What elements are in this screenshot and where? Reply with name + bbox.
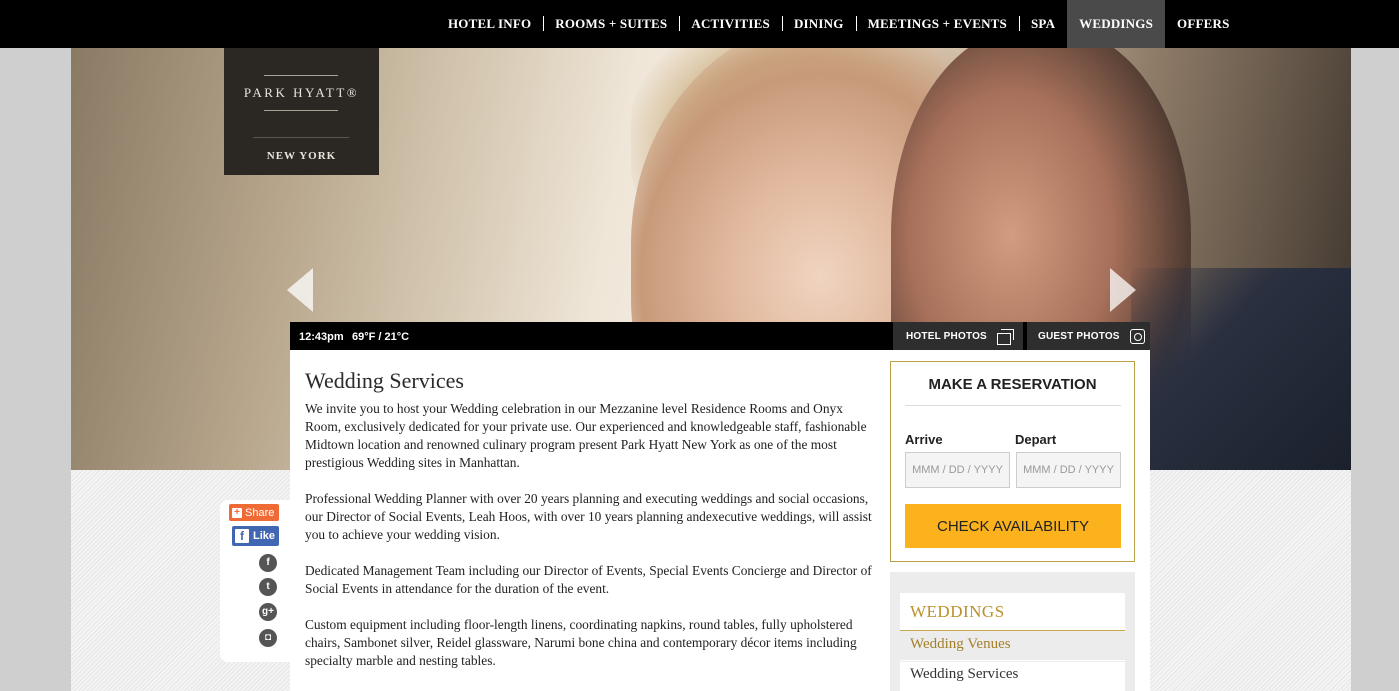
nav-item-rooms-suites[interactable]: ROOMS + SUITES [543, 0, 679, 48]
top-navigation: HOTEL INFO ROOMS + SUITES ACTIVITIES DIN… [0, 0, 1399, 48]
facebook-logo-icon: f [235, 529, 249, 543]
logo-rule-top [264, 75, 338, 76]
guest-photos-button[interactable]: GUEST PHOTOS [1027, 322, 1150, 350]
twitter-icon[interactable]: t [259, 578, 277, 596]
guest-photos-label: GUEST PHOTOS [1038, 330, 1120, 342]
instagram-icon [1129, 328, 1145, 344]
nav-item-dining[interactable]: DINING [781, 0, 856, 48]
google-plus-icon[interactable]: g+ [259, 603, 277, 621]
paragraph: Professional Wedding Planner with over 2… [305, 491, 872, 542]
reservation-divider [905, 405, 1121, 406]
depart-date-input[interactable] [1016, 452, 1121, 488]
share-button[interactable]: + Share [229, 504, 279, 521]
local-time: 12:43pm [299, 331, 344, 343]
temperature: 69°F / 21°C [352, 331, 410, 343]
main-content: Wedding Services We invite you to host y… [290, 350, 1150, 691]
side-nav-heading-rule [900, 630, 1125, 631]
gallery-icon [996, 329, 1014, 345]
nav-item-weddings[interactable]: WEDDINGS [1067, 0, 1166, 48]
plus-icon: + [232, 507, 242, 518]
logo-rule-bottom [264, 110, 338, 111]
nav-item-meetings-events[interactable]: MEETINGS + EVENTS [855, 0, 1019, 48]
nav-item-activities[interactable]: ACTIVITIES [679, 0, 782, 48]
paragraph: Dedicated Management Team including our … [305, 563, 872, 596]
nav-item-spa[interactable]: SPA [1018, 0, 1067, 48]
paragraph: Custom equipment including floor-length … [305, 617, 857, 668]
paragraph: We invite you to host your Wedding celeb… [305, 401, 867, 470]
page-title: Wedding Services [305, 368, 464, 393]
arrive-date-input[interactable] [905, 452, 1010, 488]
hero-image-suit [1131, 268, 1351, 470]
sidebar-item-wedding-venues[interactable]: Wedding Venues [900, 632, 1125, 661]
main-menu: HOTEL INFO ROOMS + SUITES ACTIVITIES DIN… [436, 0, 1242, 48]
nav-item-offers[interactable]: OFFERS [1165, 0, 1241, 48]
facebook-like-button[interactable]: f Like [232, 526, 279, 546]
logo-brand: PARK HYATT® [243, 85, 360, 100]
check-availability-button[interactable]: CHECK AVAILABILITY [905, 504, 1121, 548]
side-nav-heading-label: WEDDINGS [910, 602, 1005, 621]
weddings-side-nav: WEDDINGS Wedding Venues Wedding Services [890, 572, 1135, 691]
reservation-widget: MAKE A RESERVATION Arrive Depart CHECK A… [890, 361, 1135, 562]
share-label: Share [245, 506, 275, 519]
side-nav-heading: WEDDINGS [900, 593, 1125, 631]
previous-slide-arrow-icon[interactable] [287, 268, 313, 312]
park-hyatt-logo[interactable]: PARK HYATT® NEW YORK [224, 48, 379, 175]
arrive-label: Arrive [905, 432, 943, 447]
hotel-photos-button[interactable]: HOTEL PHOTOS [893, 322, 1023, 350]
instagram-icon[interactable]: ◘ [259, 629, 277, 647]
next-slide-arrow-icon[interactable] [1110, 268, 1136, 312]
sidebar-item-wedding-services[interactable]: Wedding Services [900, 662, 1125, 691]
info-bar: 12:43pm 69°F / 21°C HOTEL PHOTOS GUEST P… [290, 322, 1150, 350]
like-label: Like [253, 530, 276, 542]
facebook-icon[interactable]: f [259, 554, 277, 572]
reservation-title: MAKE A RESERVATION [928, 376, 1097, 393]
logo-city: NEW YORK [266, 150, 337, 162]
social-share-panel: + Share f Like f t g+ ◘ [220, 500, 290, 662]
nav-item-hotel-info[interactable]: HOTEL INFO [436, 0, 543, 48]
hotel-photos-label: HOTEL PHOTOS [906, 330, 987, 342]
body-text: We invite you to host your Wedding celeb… [305, 400, 880, 688]
logo-divider [253, 137, 349, 138]
depart-label: Depart [1015, 432, 1057, 447]
